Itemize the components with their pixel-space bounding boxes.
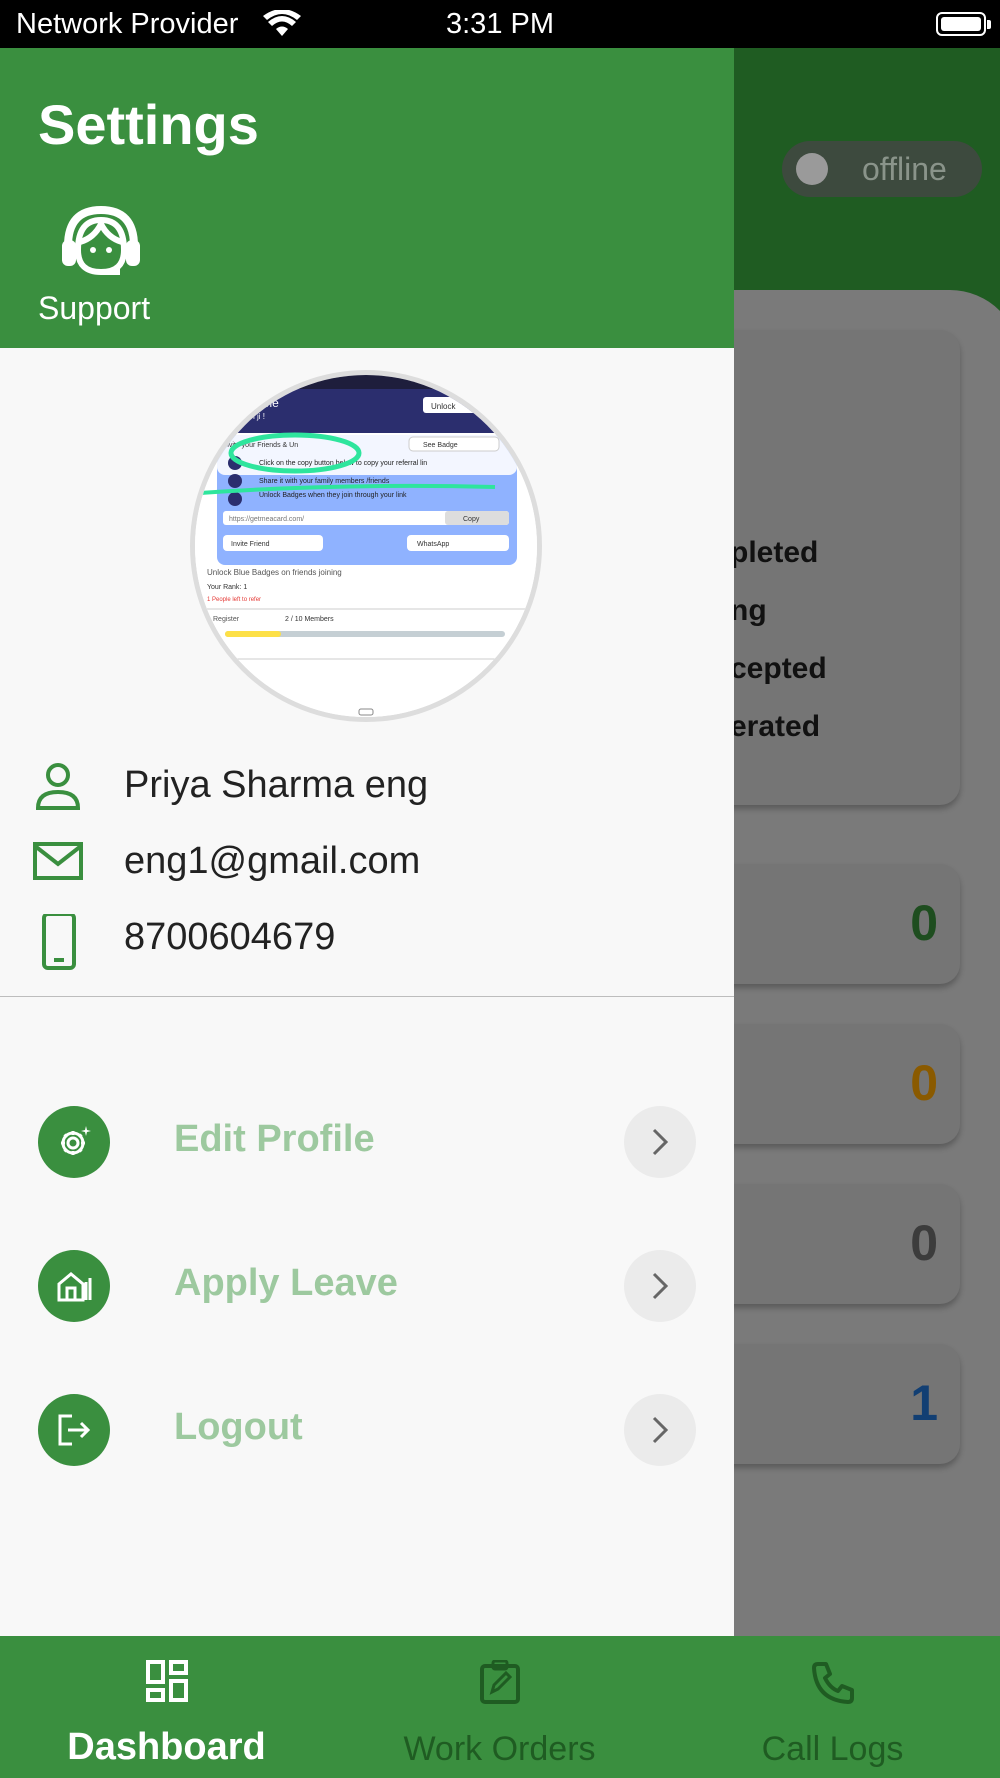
headset-support-icon[interactable]	[60, 205, 142, 283]
menu-label: Edit Profile	[174, 1118, 375, 1160]
divider	[0, 996, 734, 997]
nav-dashboard[interactable]: Dashboard	[0, 1636, 333, 1778]
nav-work-orders[interactable]: Work Orders	[333, 1636, 666, 1778]
menu-label: Logout	[174, 1406, 303, 1448]
stats-line: ng	[730, 594, 767, 627]
avatar-user: yogesh ji !	[229, 412, 265, 421]
count-value: 0	[910, 895, 938, 951]
person-icon	[32, 762, 84, 817]
stats-line: cepted	[730, 652, 827, 685]
logout-icon	[38, 1394, 110, 1466]
profile-email: eng1@gmail.com	[124, 840, 421, 882]
phone-icon	[32, 912, 84, 975]
profile-avatar[interactable]: Welcome yogesh ji ! Unlock Invite your F…	[190, 370, 542, 722]
phone-call-icon	[812, 1662, 854, 1704]
support-label[interactable]: Support	[38, 290, 150, 327]
drawer-header: Settings Support	[0, 48, 734, 348]
online-toggle[interactable]: offline	[782, 141, 982, 197]
stats-line: pleted	[730, 536, 819, 569]
battery-icon	[936, 12, 991, 36]
nav-call-logs[interactable]: Call Logs	[666, 1636, 999, 1778]
stats-line: erated	[730, 710, 821, 743]
avatar-whatsapp: WhatsApp	[417, 541, 449, 548]
avatar-unlock: Unlock	[431, 402, 456, 411]
profile-phone: 8700604679	[124, 916, 336, 958]
avatar-unlock-blue: Unlock Blue Badges on friends joining	[207, 568, 342, 577]
avatar-people-left: 1 People left to refer	[207, 597, 261, 603]
clock: 3:31 PM	[446, 8, 554, 40]
bottom-nav: Dashboard Work Orders Call Logs	[0, 1636, 1000, 1778]
chevron-right-icon[interactable]	[624, 1250, 696, 1322]
avatar-step3: Unlock Badges when they join through you…	[259, 492, 407, 499]
avatar-members: 2 / 10 Members	[285, 616, 334, 623]
avatar-url: https://getmeacard.com/	[229, 516, 304, 523]
chevron-right-icon[interactable]	[624, 1106, 696, 1178]
avatar-copy: Copy	[463, 516, 480, 523]
mail-icon	[32, 838, 84, 889]
profile-name: Priya Sharma eng	[124, 764, 429, 806]
nav-label: Work Orders	[403, 1730, 596, 1768]
avatar-welcome: Welcome	[229, 396, 279, 410]
count-value: 1	[910, 1375, 938, 1431]
avatar-step2: Share it with your family members /frien…	[259, 478, 390, 485]
avatar-see-badge: See Badge	[423, 442, 458, 449]
clipboard-edit-icon	[480, 1660, 520, 1704]
avatar-rank: Your Rank: 1	[207, 584, 247, 591]
menu-logout[interactable]: Logout	[0, 1390, 734, 1470]
side-drawer: Settings Support Welcome yogesh ji ! Unl…	[0, 48, 734, 1636]
nav-label: Dashboard	[67, 1726, 266, 1768]
house-signal-icon	[38, 1250, 110, 1322]
avatar-invite-friend: Invite Friend	[231, 541, 270, 548]
avatar-register: Register	[213, 616, 240, 623]
settings-gear-icon	[38, 1106, 110, 1178]
count-value: 0	[910, 1055, 938, 1111]
toggle-knob	[796, 153, 828, 185]
dashboard-grid-icon	[146, 1660, 188, 1702]
menu-apply-leave[interactable]: Apply Leave	[0, 1246, 734, 1326]
menu-edit-profile[interactable]: Edit Profile	[0, 1102, 734, 1182]
nav-label: Call Logs	[761, 1730, 904, 1768]
menu-label: Apply Leave	[174, 1262, 398, 1304]
drawer-title: Settings	[38, 93, 259, 156]
toggle-label: offline	[862, 151, 947, 187]
chevron-right-icon[interactable]	[624, 1394, 696, 1466]
status-bar: Network Provider 3:31 PM	[0, 0, 1000, 48]
count-value: 0	[910, 1215, 938, 1271]
